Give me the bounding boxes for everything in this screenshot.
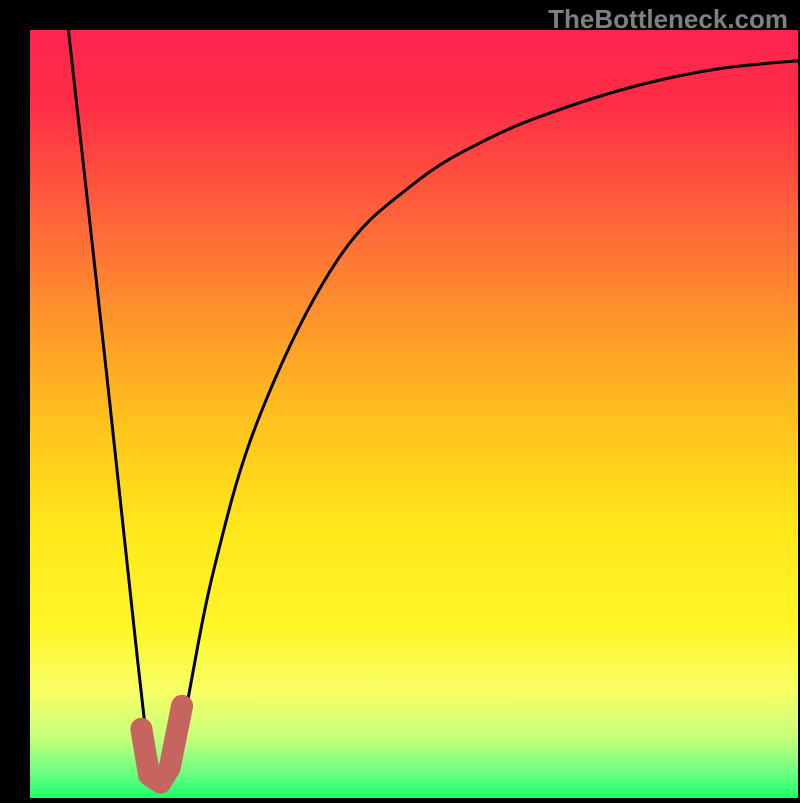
chart-canvas <box>30 30 798 798</box>
chart-svg <box>30 30 798 798</box>
gradient-background <box>30 30 798 798</box>
attribution-text: TheBottleneck.com <box>548 4 788 35</box>
